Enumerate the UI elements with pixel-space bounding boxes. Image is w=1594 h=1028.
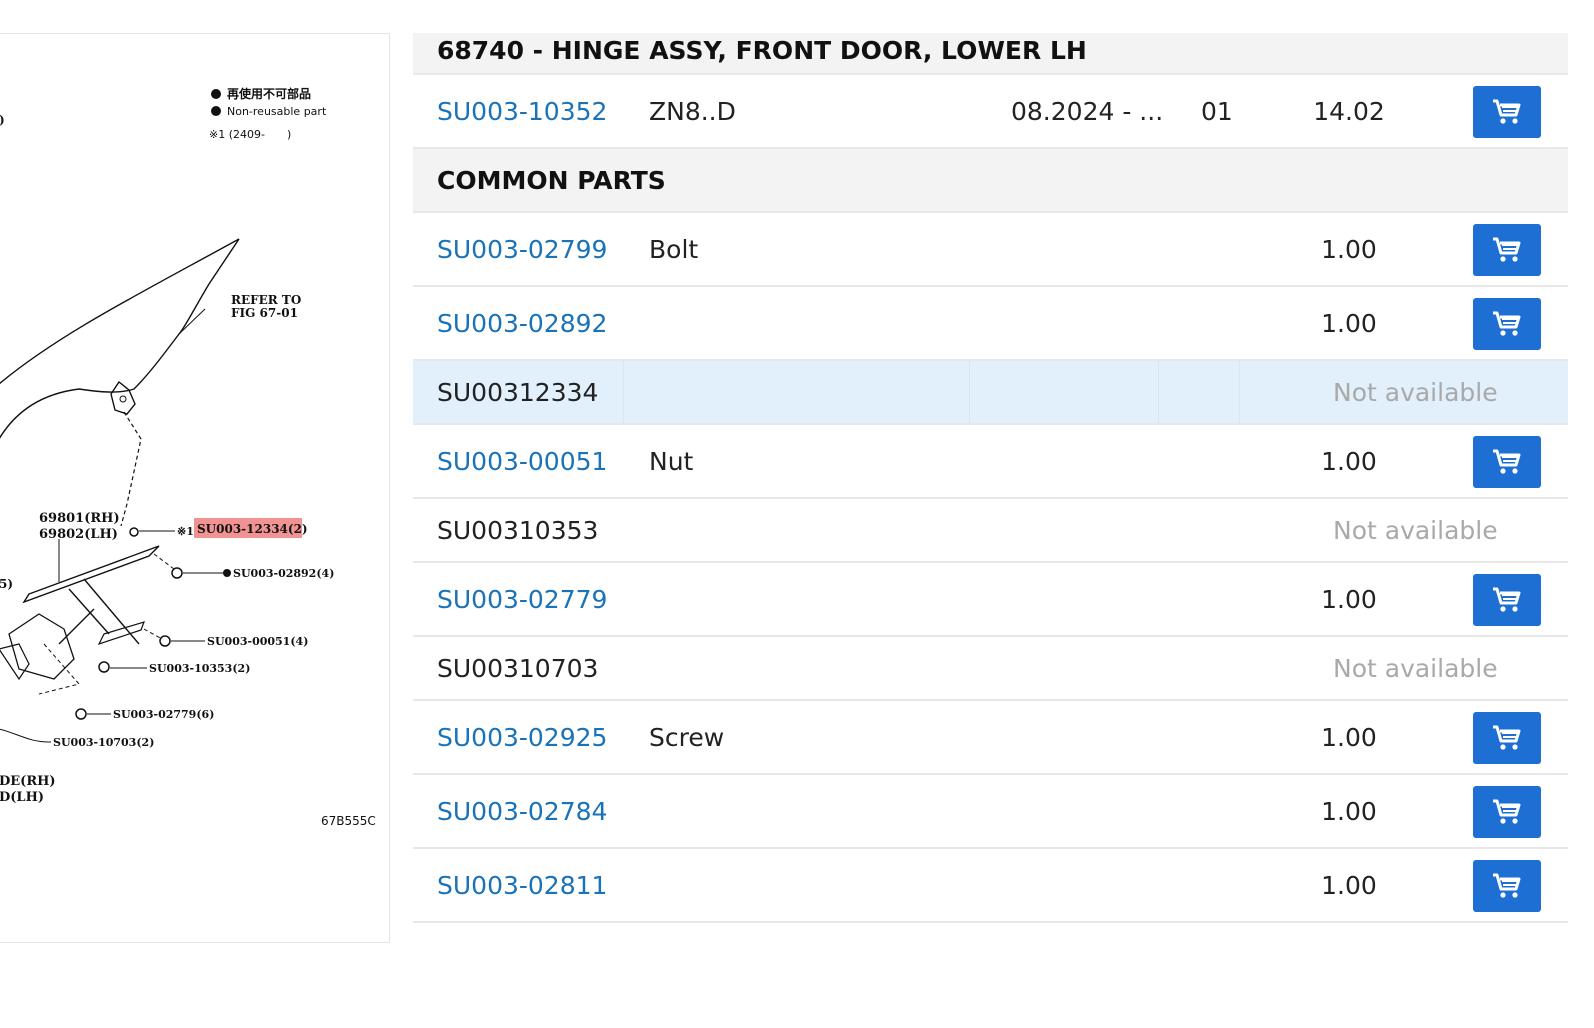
callout-highlight: SU003-12334(2) (197, 522, 308, 536)
callout-rh: 69801(RH) (39, 511, 120, 526)
diagram-drawing: 再使用不可部品 Non-reusable part ※1 (2409- ) ) … (0, 86, 376, 828)
part-number: SU00312334 (437, 377, 599, 407)
table-row-highlighted: SU00312334 Not available (413, 361, 1568, 425)
part-number-link[interactable]: SU003-02892 (437, 287, 607, 359)
cart-icon (1493, 873, 1521, 898)
add-to-cart-button[interactable] (1473, 574, 1541, 626)
legend-jp: 再使用不可部品 (227, 86, 311, 101)
left-fragment-2: 5) (0, 577, 13, 591)
add-to-cart-button[interactable] (1473, 712, 1541, 764)
legend-note: ※1 (2409- ) (209, 128, 291, 141)
add-to-cart-button[interactable] (1473, 786, 1541, 838)
table-row: SU00310353 Not available (413, 499, 1568, 563)
group-header: 68740 - HINGE ASSY, FRONT DOOR, LOWER LH (413, 33, 1568, 75)
part-price: 1.00 (1321, 308, 1377, 338)
label-10703: SU003-10703(2) (53, 736, 154, 749)
parts-diagram[interactable]: 再使用不可部品 Non-reusable part ※1 (2409- ) ) … (0, 33, 390, 943)
cart-icon (1493, 587, 1521, 612)
callout-lh: 69802(LH) (39, 527, 118, 542)
table-row: SU003-02892 1.00 (413, 287, 1568, 361)
table-row: SU003-02779 1.00 (413, 563, 1568, 637)
part-description: Bolt (649, 234, 699, 264)
cart-icon (1493, 799, 1521, 824)
section-header: COMMON PARTS (413, 149, 1568, 213)
not-available-status: Not available (1333, 377, 1498, 407)
cart-icon (1493, 725, 1521, 750)
left-fragment-4: D(LH) (0, 790, 44, 805)
part-price: 1.00 (1321, 234, 1377, 264)
part-price: 1.00 (1321, 796, 1377, 826)
cart-icon (1493, 311, 1521, 336)
part-price: 1.00 (1321, 722, 1377, 752)
callout-prefix: ※1 (177, 525, 194, 538)
group-title: 68740 - HINGE ASSY, FRONT DOOR, LOWER LH (437, 35, 1087, 65)
left-fragment-1: ) (0, 113, 5, 127)
fig-code: 67B555C (321, 814, 376, 828)
table-row: SU003-00051 Nut 1.00 (413, 425, 1568, 499)
section-title: COMMON PARTS (437, 165, 666, 195)
label-02779: SU003-02779(6) (113, 708, 214, 721)
table-row: SU003-02925 Screw 1.00 (413, 701, 1568, 775)
add-to-cart-button[interactable] (1473, 86, 1541, 138)
part-description: Nut (649, 446, 694, 476)
part-number-link[interactable]: SU003-02811 (437, 849, 607, 921)
part-price: 1.00 (1321, 446, 1377, 476)
part-number-link[interactable]: SU003-10352 (437, 75, 607, 147)
add-to-cart-button[interactable] (1473, 298, 1541, 350)
table-row: SU003-10352 ZN8..D 08.2024 - ... 01 14.0… (413, 75, 1568, 149)
label-02892: SU003-02892(4) (233, 567, 334, 580)
part-number: SU00310353 (437, 515, 599, 545)
refer-to-line2: FIG 67-01 (231, 306, 298, 320)
part-number-link[interactable]: SU003-02779 (437, 563, 607, 635)
table-row: SU003-02799 Bolt 1.00 (413, 213, 1568, 287)
legend-en: Non-reusable part (227, 105, 327, 118)
part-number-link[interactable]: SU003-02784 (437, 775, 607, 847)
label-00051: SU003-00051(4) (207, 635, 308, 648)
part-price: 1.00 (1321, 870, 1377, 900)
part-number-link[interactable]: SU003-02925 (437, 701, 607, 773)
part-date-range: 08.2024 - ... (1011, 96, 1164, 126)
part-price: 14.02 (1313, 96, 1385, 126)
cart-icon (1493, 237, 1521, 262)
parts-table: 68740 - HINGE ASSY, FRONT DOOR, LOWER LH… (413, 33, 1568, 942)
table-row: SU003-02811 1.00 (413, 849, 1568, 923)
cart-icon (1493, 449, 1521, 474)
part-description: ZN8..D (649, 96, 736, 126)
not-available-status: Not available (1333, 653, 1498, 683)
part-number-link[interactable]: SU003-02799 (437, 213, 607, 285)
part-price: 1.00 (1321, 584, 1377, 614)
add-to-cart-button[interactable] (1473, 224, 1541, 276)
refer-to-line1: REFER TO (231, 293, 301, 307)
left-fragment-3: DE(RH) (0, 774, 56, 789)
table-row: SU003-02784 1.00 (413, 775, 1568, 849)
not-available-status: Not available (1333, 515, 1498, 545)
part-number: SU00310703 (437, 653, 599, 683)
part-number-link[interactable]: SU003-00051 (437, 425, 607, 497)
part-qty: 01 (1201, 96, 1233, 126)
add-to-cart-button[interactable] (1473, 436, 1541, 488)
part-description: Screw (649, 722, 725, 752)
table-row: SU00310703 Not available (413, 637, 1568, 701)
label-10353: SU003-10353(2) (149, 662, 250, 675)
cart-icon (1493, 99, 1521, 124)
add-to-cart-button[interactable] (1473, 860, 1541, 912)
